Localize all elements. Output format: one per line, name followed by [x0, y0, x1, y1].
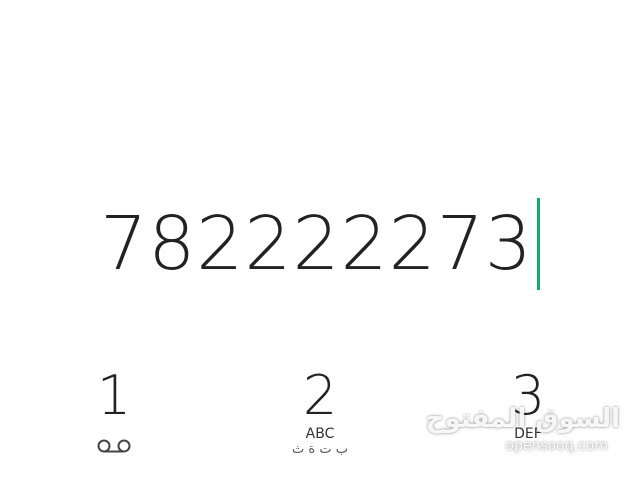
dialed-number: 782222273 — [100, 201, 533, 287]
text-cursor — [536, 198, 540, 290]
key-digit: 3 — [510, 364, 546, 427]
key-digit: 2 — [302, 364, 338, 427]
key-letters: ABC — [305, 426, 335, 442]
key-letters: DEF — [514, 426, 542, 442]
key-1-button[interactable]: 1 — [34, 366, 194, 480]
key-3-button[interactable]: 3 DEF — [448, 366, 608, 480]
voicemail-icon — [97, 439, 131, 453]
key-digit: 1 — [96, 364, 132, 427]
key-2-button[interactable]: 2 ABC ب ت ة ث — [240, 366, 400, 480]
number-display: 782222273 — [0, 196, 640, 292]
key-arabic-letters: ب ت ة ث — [292, 442, 348, 457]
keypad-row: 1 2 ABC ب ت ة ث 3 DEF — [0, 366, 640, 480]
